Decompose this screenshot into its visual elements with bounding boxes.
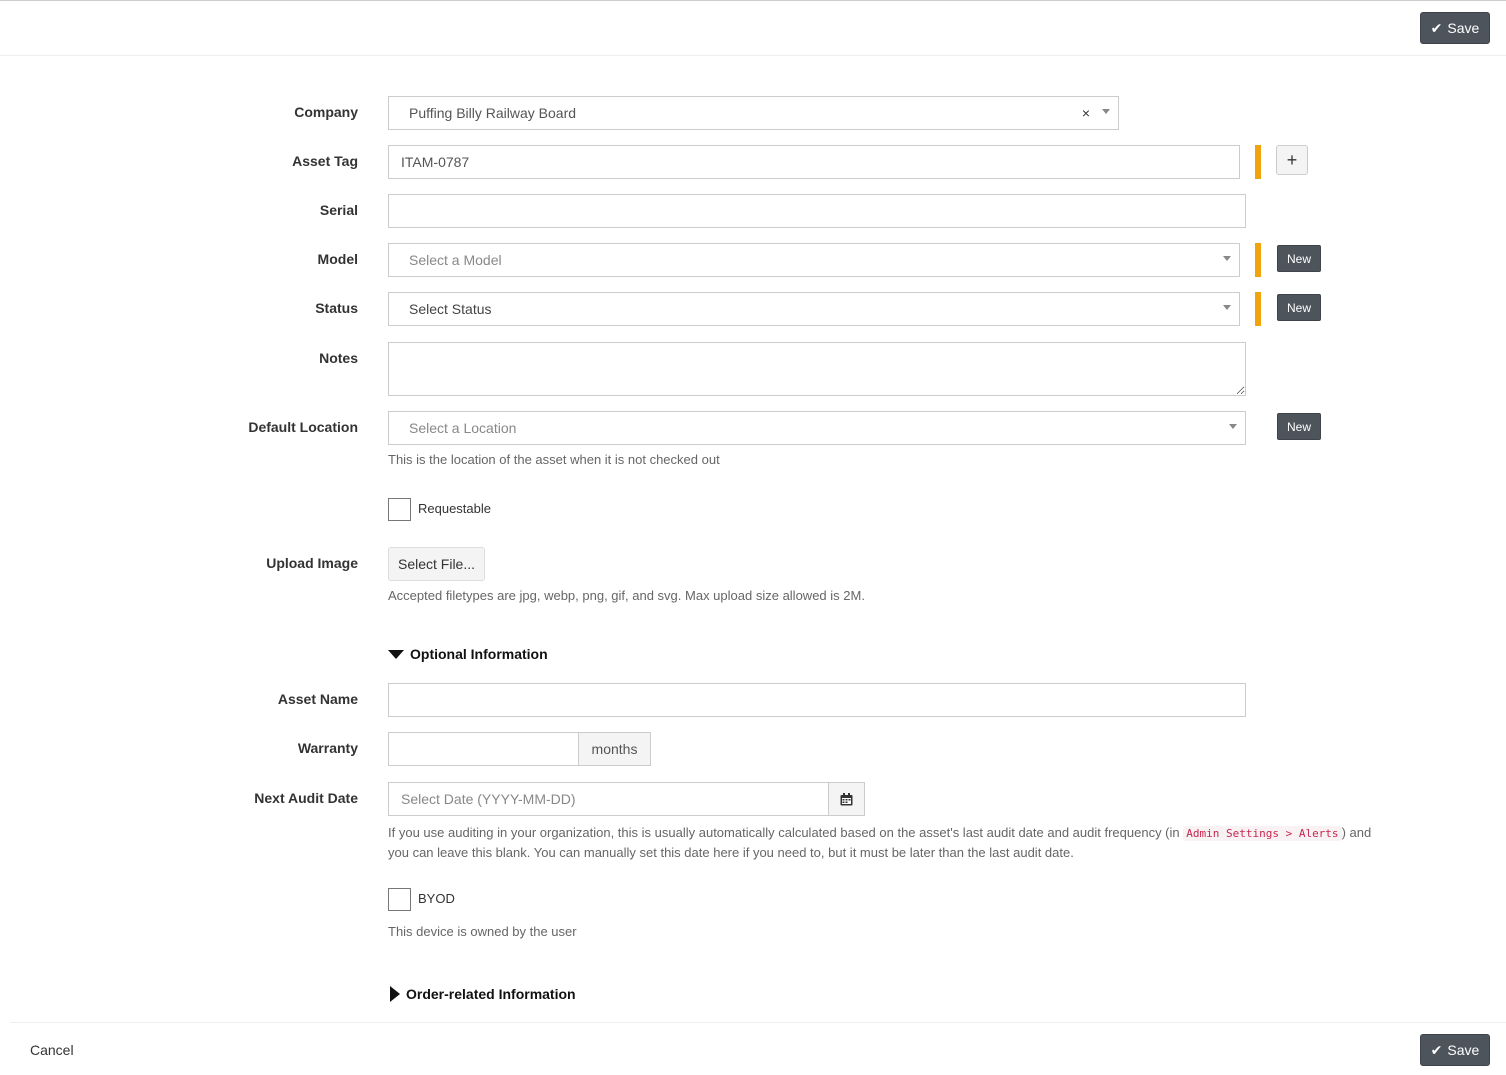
next-audit-date-placeholder: Select Date (YYYY-MM-DD) (401, 791, 576, 807)
check-icon: ✔ (1430, 19, 1443, 36)
chevron-down-icon (1102, 109, 1110, 114)
company-label: Company (294, 104, 358, 120)
save-label: Save (1447, 20, 1480, 36)
default-location-label: Default Location (248, 419, 358, 435)
warranty-input[interactable] (388, 732, 579, 766)
warranty-label: Warranty (297, 740, 358, 756)
calendar-icon (840, 792, 853, 805)
byod-help: This device is owned by the user (388, 924, 577, 939)
notes-textarea[interactable] (388, 342, 1246, 396)
asset-tag-input[interactable]: ITAM-0787 (388, 145, 1240, 179)
required-indicator (1255, 145, 1261, 179)
next-audit-date-label: Next Audit Date (254, 790, 358, 806)
status-select[interactable]: Select Status (388, 292, 1240, 326)
notes-label: Notes (319, 350, 358, 366)
model-select[interactable]: Select a Model (388, 243, 1240, 277)
next-audit-date-input[interactable]: Select Date (YYYY-MM-DD) (388, 782, 829, 816)
save-button-bottom[interactable]: ✔ Save (1420, 1034, 1490, 1066)
admin-settings-code: Admin Settings > Alerts (1183, 826, 1342, 841)
model-label: Model (317, 251, 358, 267)
chevron-down-icon (1223, 256, 1231, 261)
serial-input[interactable] (388, 194, 1246, 228)
optional-information-title: Optional Information (410, 646, 548, 662)
company-select[interactable]: Puffing Billy Railway Board × (388, 96, 1119, 130)
add-asset-tag-button[interactable]: + (1276, 145, 1308, 175)
save-button-top[interactable]: ✔ Save (1420, 12, 1490, 44)
status-label: Status (315, 300, 358, 316)
requestable-label: Requestable (418, 501, 491, 516)
asset-name-label: Asset Name (277, 691, 358, 707)
chevron-down-icon (1229, 424, 1237, 429)
asset-name-input[interactable] (388, 683, 1246, 717)
new-model-button[interactable]: New (1277, 245, 1321, 272)
calendar-button[interactable] (828, 782, 865, 816)
save-label: Save (1447, 1042, 1480, 1058)
chevron-down-icon (1223, 305, 1231, 310)
audit-help-text-2: ) and (1341, 825, 1372, 840)
warranty-unit-addon: months (578, 732, 651, 766)
asset-tag-label: Asset Tag (292, 153, 358, 169)
requestable-checkbox[interactable] (388, 498, 411, 521)
new-status-button[interactable]: New (1277, 294, 1321, 321)
header-divider (0, 55, 1506, 56)
status-value: Select Status (409, 301, 492, 317)
check-icon: ✔ (1430, 1041, 1443, 1058)
caret-right-icon (390, 986, 400, 1002)
select-file-button[interactable]: Select File... (388, 547, 485, 581)
audit-help-text-1: If you use auditing in your organization… (388, 825, 1184, 840)
audit-help-text-3: you can leave this blank. You can manual… (388, 845, 1074, 860)
required-indicator (1255, 292, 1261, 326)
required-indicator (1255, 243, 1261, 277)
default-location-help: This is the location of the asset when i… (388, 452, 720, 467)
byod-checkbox[interactable] (388, 888, 411, 911)
byod-label: BYOD (418, 891, 455, 906)
top-border (0, 0, 1506, 1)
serial-label: Serial (319, 202, 358, 218)
default-location-select[interactable]: Select a Location (388, 411, 1246, 445)
next-audit-date-help: If you use auditing in your organization… (388, 823, 1388, 862)
caret-down-icon (388, 649, 404, 659)
order-related-information-title: Order-related Information (406, 986, 576, 1002)
new-location-button[interactable]: New (1277, 413, 1321, 440)
clear-icon[interactable]: × (1082, 105, 1090, 121)
model-placeholder: Select a Model (409, 252, 502, 268)
optional-information-toggle[interactable]: Optional Information (388, 646, 548, 662)
upload-image-help: Accepted filetypes are jpg, webp, png, g… (388, 588, 865, 603)
default-location-placeholder: Select a Location (409, 420, 517, 436)
order-related-information-toggle[interactable]: Order-related Information (390, 986, 576, 1002)
footer-divider (10, 1022, 1506, 1023)
cancel-link[interactable]: Cancel (30, 1042, 74, 1058)
company-value: Puffing Billy Railway Board (409, 105, 577, 121)
asset-tag-value: ITAM-0787 (401, 154, 470, 170)
upload-image-label: Upload Image (266, 555, 358, 571)
